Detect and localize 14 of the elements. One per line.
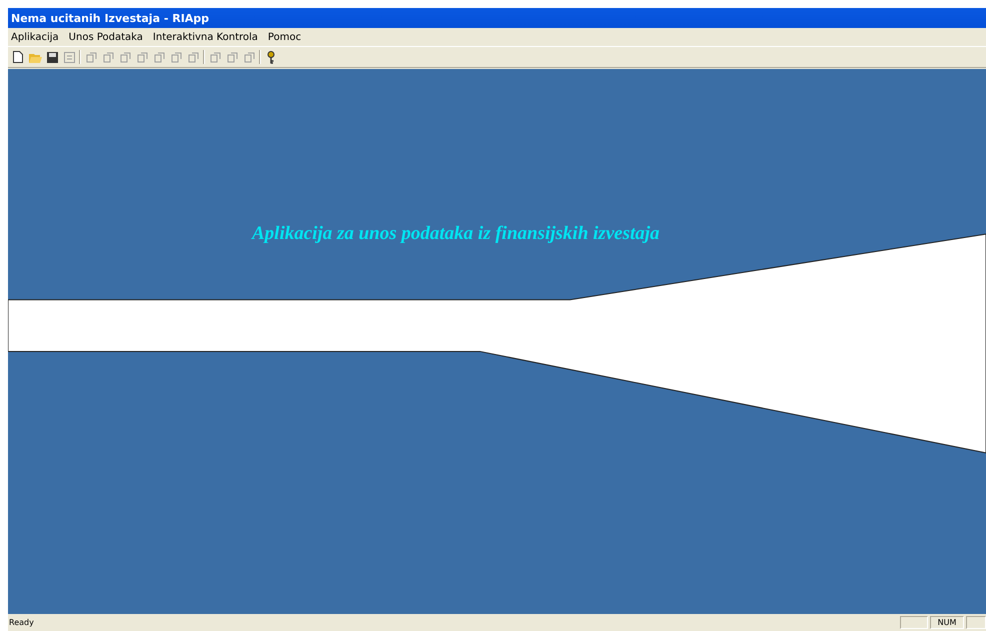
key-icon[interactable] (267, 50, 275, 64)
status-text: Ready (9, 618, 35, 627)
menu-item[interactable]: Pomoc (268, 32, 302, 42)
status-panel (966, 616, 986, 629)
new-file-icon[interactable] (13, 51, 23, 63)
app-heading: Aplikacija za unos podataka iz finansijskih izvestaja (252, 223, 660, 245)
menu-item[interactable]: Interaktivna Kontrola (152, 32, 258, 42)
menu-item[interactable]: Unos Podataka (68, 32, 143, 42)
save-icon[interactable] (46, 52, 58, 62)
status-panel: NUM (930, 616, 964, 629)
window-title: Nema ucitanih Izvestaja - RIApp (8, 8, 986, 28)
menu-item[interactable]: Aplikacija (11, 32, 59, 42)
status-panel (900, 616, 928, 629)
folder-icon[interactable] (28, 52, 42, 62)
